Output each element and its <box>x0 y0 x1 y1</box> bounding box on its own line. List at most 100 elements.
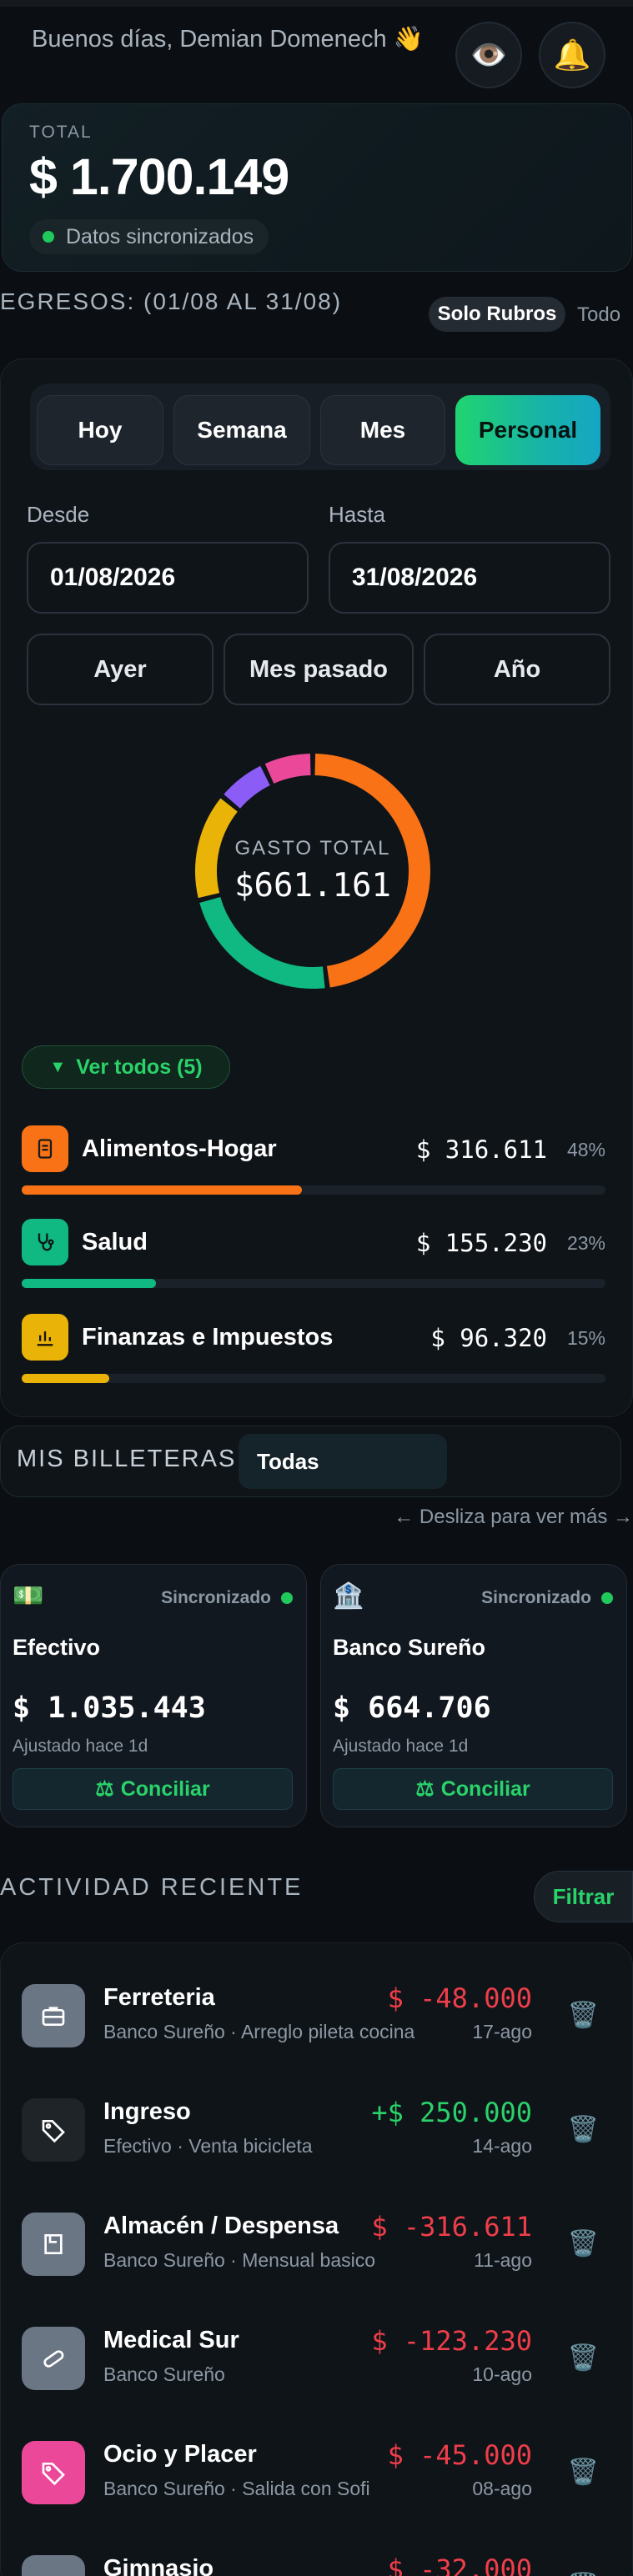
trash-icon[interactable]: 🗑️ <box>568 2572 599 2576</box>
scale-icon: ⚖ <box>415 1777 435 1801</box>
transaction-detail: Banco Sureño · Salida con Sofi <box>103 2478 370 2499</box>
category-row[interactable]: Finanzas e Impuestos $ 96.320 15% <box>22 1314 605 1389</box>
category-progress-track <box>22 1374 605 1383</box>
wallet-name: Banco Sureño <box>333 1635 486 1660</box>
transaction-name: Almacén / Despensa <box>103 2213 339 2239</box>
wallet-card[interactable]: 🏦 Sincronizado Banco Sureño $ 664.706 Aj… <box>320 1564 627 1827</box>
trash-icon[interactable]: 🗑️ <box>568 2001 599 2030</box>
donut-total-value: $661.161 <box>234 867 391 905</box>
category-progress-track <box>22 1185 605 1195</box>
transaction-row[interactable]: Ferreteria Banco Sureño · Arreglo pileta … <box>22 1971 605 2071</box>
transaction-detail: Banco Sureño <box>103 2363 225 2385</box>
notifications-button[interactable]: 🔔 <box>539 22 605 88</box>
wallet-sync-status: Sincronizado <box>161 1588 293 1608</box>
transaction-date: 17-ago <box>472 2021 532 2042</box>
transaction-amount: $ -45.000 <box>387 2439 532 2471</box>
eye-icon: 👁️ <box>470 38 508 72</box>
category-row[interactable]: Salud $ 155.230 23% <box>22 1219 605 1294</box>
transaction-amount: $ -32.000 <box>387 2553 532 2576</box>
store-icon <box>22 2213 85 2276</box>
shopping-bag-icon <box>22 1125 68 1172</box>
filtrar-button[interactable]: Filtrar <box>534 1871 633 1922</box>
hasta-date-input[interactable]: 31/08/2026 <box>329 542 610 614</box>
pill-icon <box>22 2327 85 2390</box>
conciliar-button[interactable]: ⚖ Conciliar <box>333 1768 613 1810</box>
briefcase-icon <box>22 1984 85 2047</box>
tab-hoy[interactable]: Hoy <box>37 395 163 465</box>
sync-dot-icon <box>281 1592 293 1604</box>
transaction-row[interactable]: Ocio y Placer Banco Sureño · Salida con S… <box>22 2428 605 2528</box>
transaction-date: 10-ago <box>472 2363 532 2385</box>
anio-button[interactable]: Año <box>424 634 610 705</box>
ver-todos-label: Ver todos (5) <box>76 1055 203 1079</box>
todo-button[interactable]: Todo <box>577 303 620 327</box>
wallets-label: MIS BILLETERAS <box>17 1446 237 1472</box>
tab-personal[interactable]: Personal <box>455 395 600 465</box>
eye-toggle-button[interactable]: 👁️ <box>455 22 522 88</box>
desde-date-input[interactable]: 01/08/2026 <box>27 542 309 614</box>
donut-segment <box>264 754 311 784</box>
scale-icon: ⚖ <box>95 1777 114 1801</box>
transaction-row[interactable]: Gimnasio $ -32.000 🗑️ <box>22 2542 605 2576</box>
category-name: Alimentos-Hogar <box>82 1135 277 1162</box>
transaction-row[interactable]: Ingreso Efectivo · Venta bicicleta +$ 250.… <box>22 2085 605 2185</box>
transaction-amount: $ -48.000 <box>387 1982 532 2014</box>
transaction-amount: $ -123.230 <box>371 2325 532 2357</box>
category-name: Finanzas e Impuestos <box>82 1324 334 1351</box>
ayer-button[interactable]: Ayer <box>27 634 214 705</box>
transaction-row[interactable]: Almacén / Despensa Banco Sureño · Mensual… <box>22 2199 605 2299</box>
transaction-date: 08-ago <box>472 2478 532 2499</box>
transaction-detail: Banco Sureño · Mensual basico <box>103 2249 376 2271</box>
category-progress-fill <box>22 1279 156 1288</box>
swipe-hint: ← Desliza para ver más → <box>394 1506 633 1528</box>
category-progress-track <box>22 1279 605 1288</box>
dumbbell-icon <box>22 2555 85 2576</box>
trash-icon[interactable]: 🗑️ <box>568 2115 599 2144</box>
wallet-adjusted: Ajustado hace 1d <box>13 1737 148 1756</box>
wallet-balance: $ 664.706 <box>333 1691 491 1725</box>
cash-icon: 💵 <box>13 1582 44 1610</box>
egresos-title: EGRESOS: (01/08 AL 31/08) <box>0 288 343 314</box>
conciliar-button[interactable]: ⚖ Conciliar <box>13 1768 293 1810</box>
tab-mes[interactable]: Mes <box>320 395 445 465</box>
chart-icon <box>22 1314 68 1361</box>
transaction-name: Gimnasio <box>103 2555 214 2576</box>
solo-rubros-button[interactable]: Solo Rubros <box>429 297 565 332</box>
wallet-card[interactable]: 💵 Sincronizado Efectivo $ 1.035.443 Ajus… <box>0 1564 307 1827</box>
donut-segment <box>224 765 271 809</box>
category-amount: $ 96.320 <box>430 1324 547 1352</box>
top-strip <box>0 0 633 7</box>
transaction-name: Medical Sur <box>103 2327 239 2353</box>
transaction-name: Ocio y Placer <box>103 2441 257 2468</box>
transaction-date: 14-ago <box>472 2135 532 2157</box>
wallet-select[interactable]: Todas <box>239 1434 447 1489</box>
category-amount: $ 155.230 <box>415 1229 547 1257</box>
wallet-adjusted: Ajustado hace 1d <box>333 1737 469 1756</box>
mes-pasado-button[interactable]: Mes pasado <box>224 634 414 705</box>
category-percent: 23% <box>566 1232 605 1254</box>
wallet-sync-status: Sincronizado <box>481 1588 613 1608</box>
trash-icon[interactable]: 🗑️ <box>568 2343 599 2373</box>
wallet-balance: $ 1.035.443 <box>13 1691 206 1725</box>
category-percent: 48% <box>566 1139 605 1160</box>
category-row[interactable]: Alimentos-Hogar $ 316.611 48% <box>22 1125 605 1200</box>
ver-todos-button[interactable]: ▼ Ver todos (5) <box>22 1045 230 1089</box>
tag-icon <box>22 2441 85 2504</box>
transaction-row[interactable]: Medical Sur Banco Sureño $ -123.230 10-ago 🗑… <box>22 2313 605 2413</box>
desde-label: Desde <box>27 502 90 527</box>
category-amount: $ 316.611 <box>415 1135 547 1164</box>
bank-icon: 🏦 <box>333 1582 364 1610</box>
trash-icon[interactable]: 🗑️ <box>568 2458 599 2487</box>
trash-icon[interactable]: 🗑️ <box>568 2229 599 2258</box>
category-progress-fill <box>22 1374 109 1383</box>
total-card: TOTAL $ 1.700.149 Datos sincronizados <box>2 103 632 272</box>
total-label: TOTAL <box>29 123 93 142</box>
tab-semana[interactable]: Semana <box>173 395 310 465</box>
category-percent: 15% <box>566 1327 605 1349</box>
transaction-name: Ferreteria <box>103 1984 215 2011</box>
donut-segment <box>199 896 325 989</box>
hasta-label: Hasta <box>329 502 385 527</box>
triangle-down-icon: ▼ <box>49 1057 67 1076</box>
transaction-name: Ingreso <box>103 2098 191 2125</box>
greeting: Buenos días, Demian Domenech 👋 <box>32 26 424 53</box>
